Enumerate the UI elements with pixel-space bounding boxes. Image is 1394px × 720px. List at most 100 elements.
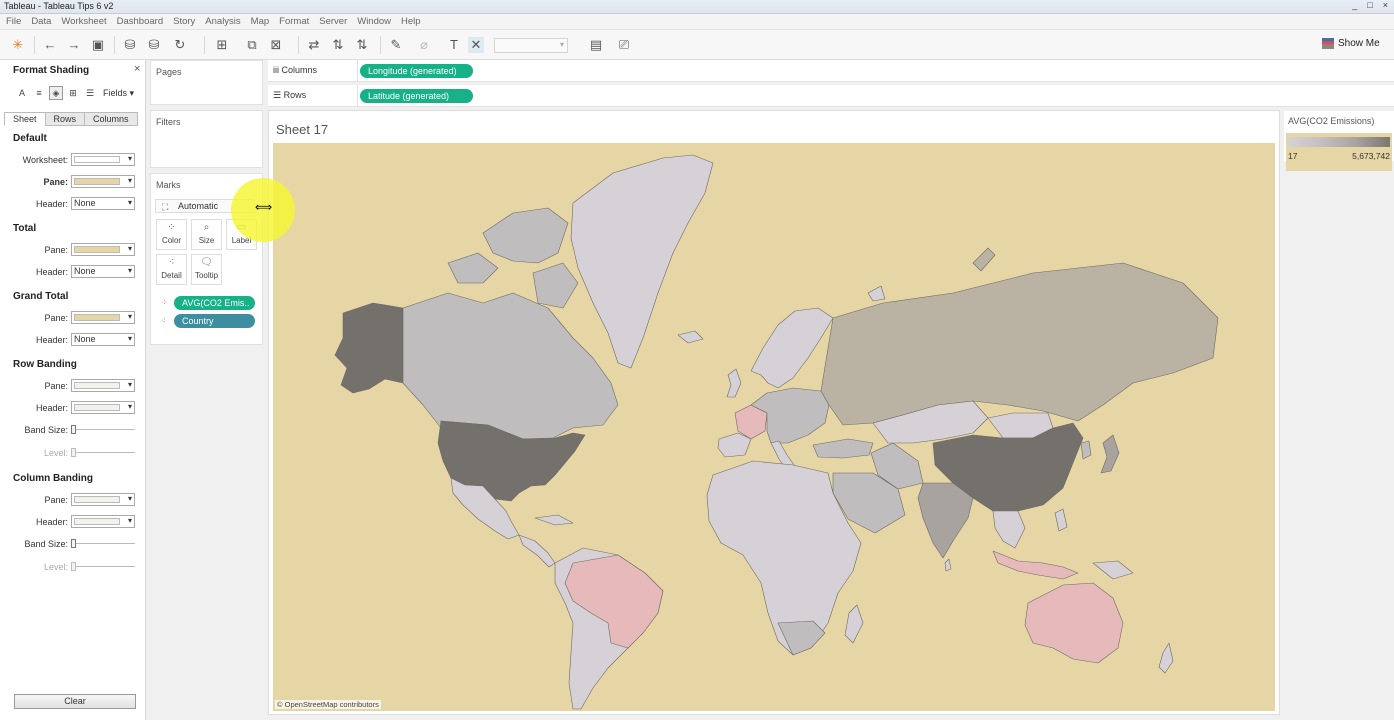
column-banding-pane-color[interactable]: ▾ bbox=[71, 493, 135, 506]
pill-country[interactable]: Country bbox=[174, 314, 255, 328]
menu-server[interactable]: Server bbox=[319, 16, 347, 27]
row-banding-header-color[interactable]: ▾ bbox=[71, 401, 135, 414]
maximize-button[interactable]: □ bbox=[1367, 0, 1372, 10]
format-pane-title: Format Shading bbox=[13, 65, 90, 76]
section-row-banding: Row Banding bbox=[13, 359, 77, 370]
slider-thumb[interactable] bbox=[71, 425, 76, 434]
format-alignment-icon[interactable]: ≡ bbox=[33, 87, 45, 99]
sort-ascending-icon[interactable]: ⇅ bbox=[330, 37, 346, 53]
new-worksheet-icon[interactable]: ⊞ bbox=[214, 37, 230, 53]
format-font-icon[interactable]: A bbox=[16, 87, 28, 99]
column-level-slider[interactable] bbox=[71, 562, 135, 571]
tableau-logo-icon[interactable]: ✳ bbox=[10, 37, 26, 53]
new-data-source-icon[interactable]: ⛁ bbox=[122, 37, 138, 53]
minimize-button[interactable]: _ bbox=[1352, 0, 1357, 10]
highlight-icon[interactable]: ✎ bbox=[388, 37, 404, 53]
sort-descending-icon[interactable]: ⇅ bbox=[354, 37, 370, 53]
format-shading-pane: Format Shading × A ≡ ◈ ⊞ ☰ Fields ▾ Shee… bbox=[0, 60, 146, 720]
refresh-icon[interactable]: ↻ bbox=[172, 37, 188, 53]
legend-max: 5,673,742 bbox=[1352, 151, 1390, 161]
menu-file[interactable]: File bbox=[6, 16, 21, 27]
show-cards-icon[interactable]: ▤ bbox=[588, 37, 604, 53]
tab-columns[interactable]: Columns bbox=[84, 112, 138, 126]
total-header-select[interactable]: None ▾ bbox=[71, 265, 135, 278]
world-map[interactable]: © OpenStreetMap contributors bbox=[273, 143, 1275, 711]
default-header-select[interactable]: None ▾ bbox=[71, 197, 135, 210]
menu-data[interactable]: Data bbox=[31, 16, 51, 27]
slider-track bbox=[71, 566, 135, 567]
color-legend[interactable]: AVG(CO2 Emissions) 17 5,673,742 bbox=[1284, 111, 1394, 171]
tab-rows[interactable]: Rows bbox=[44, 112, 86, 126]
toolbar-separator bbox=[34, 36, 35, 54]
country-indonesia bbox=[992, 550, 1079, 580]
menu-window[interactable]: Window bbox=[357, 16, 391, 27]
fit-dropdown[interactable]: ▾ bbox=[494, 38, 568, 53]
grand-total-pane-color[interactable]: ▾ bbox=[71, 311, 135, 324]
column-banding-header-color[interactable]: ▾ bbox=[71, 515, 135, 528]
country-svalbard bbox=[867, 285, 886, 302]
redo-icon[interactable]: → bbox=[66, 37, 82, 53]
column-band-size-slider[interactable] bbox=[71, 539, 135, 548]
show-mark-labels-icon[interactable]: T bbox=[446, 37, 462, 53]
pane-label: Pane: bbox=[44, 245, 68, 255]
fields-dropdown[interactable]: Fields ▾ bbox=[103, 88, 134, 99]
worksheet-label: Worksheet: bbox=[22, 155, 68, 165]
duplicate-sheet-icon[interactable]: ⧉ bbox=[244, 37, 260, 53]
section-default: Default bbox=[13, 133, 47, 144]
row-level-slider[interactable] bbox=[71, 448, 135, 457]
color-button[interactable]: ⁘ Color bbox=[156, 219, 187, 250]
header-label: Header: bbox=[35, 199, 68, 209]
format-lines-icon[interactable]: ☰ bbox=[84, 87, 96, 99]
detail-button[interactable]: ⁖ Detail bbox=[156, 254, 187, 285]
color-swatch bbox=[74, 496, 120, 503]
worksheet-view: Sheet 17 © OpenStreetMap contributors bbox=[268, 110, 1280, 715]
tooltip-button[interactable]: 🗨 Tooltip bbox=[191, 254, 222, 285]
filters-card[interactable]: Filters bbox=[150, 110, 263, 168]
undo-icon[interactable]: ← bbox=[42, 37, 58, 53]
clear-sheet-icon[interactable]: ⊠ bbox=[268, 37, 284, 53]
default-pane-color[interactable]: ▾ bbox=[71, 175, 135, 188]
sheet-title[interactable]: Sheet 17 bbox=[276, 122, 328, 137]
default-worksheet-color[interactable]: ▾ bbox=[71, 153, 135, 166]
show-me-button[interactable]: Show Me bbox=[1322, 38, 1380, 49]
row-banding-pane-color[interactable]: ▾ bbox=[71, 379, 135, 392]
menu-dashboard[interactable]: Dashboard bbox=[117, 16, 163, 27]
row-band-size-slider[interactable] bbox=[71, 425, 135, 434]
format-borders-icon[interactable]: ⊞ bbox=[67, 87, 79, 99]
menu-worksheet[interactable]: Worksheet bbox=[61, 16, 106, 27]
pill-avg-co2[interactable]: AVG(CO2 Emis.. bbox=[174, 296, 255, 310]
close-window-button[interactable]: × bbox=[1383, 0, 1388, 10]
show-me-label: Show Me bbox=[1338, 38, 1380, 49]
slider-thumb[interactable] bbox=[71, 539, 76, 548]
slider-thumb[interactable] bbox=[71, 448, 76, 457]
total-pane-color[interactable]: ▾ bbox=[71, 243, 135, 256]
slider-thumb[interactable] bbox=[71, 562, 76, 571]
swap-rows-columns-icon[interactable]: ⇄ bbox=[306, 37, 322, 53]
grand-total-header-select[interactable]: None ▾ bbox=[71, 333, 135, 346]
close-icon[interactable]: × bbox=[134, 63, 140, 75]
menu-map[interactable]: Map bbox=[251, 16, 269, 27]
menu-story[interactable]: Story bbox=[173, 16, 195, 27]
pause-updates-icon[interactable]: ⛁ bbox=[146, 37, 162, 53]
menu-format[interactable]: Format bbox=[279, 16, 309, 27]
save-icon[interactable]: ▣ bbox=[90, 37, 106, 53]
columns-shelf[interactable]: iii Columns Longitude (generated) bbox=[268, 60, 1394, 82]
color-swatch bbox=[74, 314, 120, 321]
format-shading-icon[interactable]: ◈ bbox=[49, 86, 63, 100]
country-sri-lanka bbox=[944, 558, 952, 572]
size-button[interactable]: ⌕ Size bbox=[191, 219, 222, 250]
pill-longitude[interactable]: Longitude (generated) bbox=[360, 64, 473, 78]
tab-sheet[interactable]: Sheet bbox=[4, 112, 46, 126]
clear-button[interactable]: Clear bbox=[14, 694, 136, 709]
group-icon[interactable]: ⌀ bbox=[416, 37, 432, 53]
menu-help[interactable]: Help bbox=[401, 16, 421, 27]
color-icon: ⁘ bbox=[167, 222, 176, 233]
presentation-mode-icon[interactable]: ⎚ bbox=[616, 37, 632, 53]
tooltip-label: Tooltip bbox=[194, 271, 219, 280]
fix-axes-icon[interactable]: ✕ bbox=[468, 37, 484, 53]
rows-shelf[interactable]: ☰ Rows Latitude (generated) bbox=[268, 85, 1394, 107]
pages-card[interactable]: Pages bbox=[150, 60, 263, 105]
map-attribution[interactable]: © OpenStreetMap contributors bbox=[275, 700, 381, 709]
menu-analysis[interactable]: Analysis bbox=[205, 16, 240, 27]
pill-latitude[interactable]: Latitude (generated) bbox=[360, 89, 473, 103]
